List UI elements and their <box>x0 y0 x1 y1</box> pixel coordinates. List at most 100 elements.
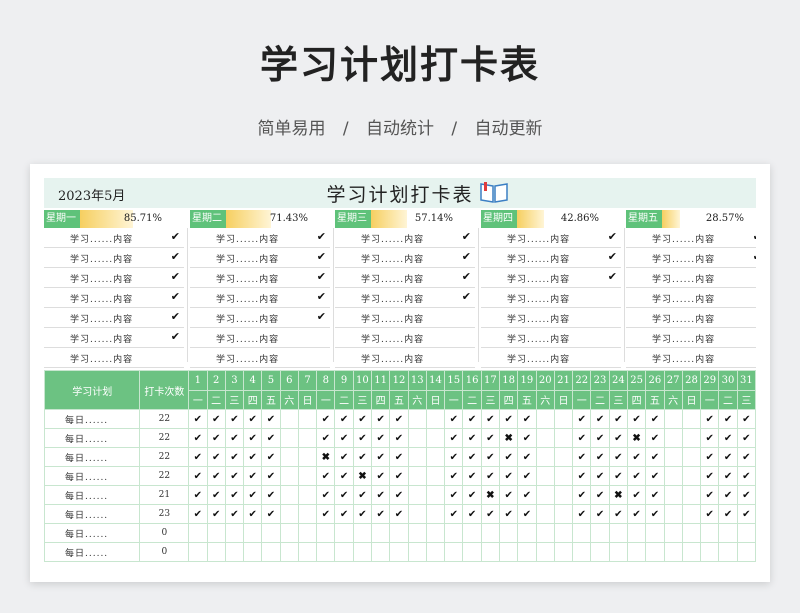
empty-day-cell[interactable] <box>517 542 537 562</box>
check-mark-icon[interactable]: ✔ <box>608 447 628 467</box>
empty-day-cell[interactable] <box>297 523 318 543</box>
check-mark-icon[interactable]: ✔ <box>317 230 326 243</box>
cross-mark-icon[interactable]: ✖ <box>480 485 501 505</box>
empty-day-cell[interactable] <box>425 466 446 486</box>
check-mark-icon[interactable]: ✔ <box>517 504 537 524</box>
check-mark-icon[interactable]: ✔ <box>334 485 354 505</box>
empty-day-cell[interactable] <box>224 523 245 543</box>
check-mark-icon[interactable]: ✔ <box>224 447 245 467</box>
check-mark-icon[interactable]: ✔ <box>224 466 245 486</box>
check-mark-icon[interactable]: ✔ <box>462 504 482 524</box>
check-mark-icon[interactable]: ✔ <box>462 466 482 486</box>
empty-day-cell[interactable] <box>498 523 519 543</box>
check-mark-icon[interactable]: ✔ <box>243 466 263 486</box>
check-mark-icon[interactable]: ✔ <box>718 428 738 448</box>
empty-day-cell[interactable] <box>462 523 482 543</box>
empty-day-cell[interactable] <box>297 447 318 467</box>
empty-day-cell[interactable] <box>553 409 574 429</box>
empty-day-cell[interactable] <box>188 523 208 543</box>
check-mark-icon[interactable]: ✔ <box>626 504 647 524</box>
cross-mark-icon[interactable]: ✖ <box>626 428 647 448</box>
empty-day-cell[interactable] <box>462 542 482 562</box>
check-mark-icon[interactable]: ✔ <box>626 466 647 486</box>
check-mark-icon[interactable]: ✔ <box>261 409 281 429</box>
task-row[interactable]: 学习......内容 ✔ <box>190 248 330 268</box>
check-mark-icon[interactable]: ✔ <box>572 504 592 524</box>
cross-mark-icon[interactable]: ✖ <box>608 485 628 505</box>
empty-day-cell[interactable] <box>608 542 628 562</box>
task-row[interactable]: 学习......内容 ✔ <box>190 308 330 328</box>
empty-day-cell[interactable] <box>681 523 702 543</box>
task-row[interactable]: 学习......内容 ✔ <box>190 268 330 288</box>
empty-day-cell[interactable] <box>718 542 738 562</box>
empty-day-cell[interactable] <box>206 542 226 562</box>
empty-day-cell[interactable] <box>389 542 409 562</box>
check-mark-icon[interactable]: ✔ <box>261 504 281 524</box>
empty-day-cell[interactable] <box>480 523 501 543</box>
check-mark-icon[interactable]: ✔ <box>188 466 208 486</box>
empty-day-cell[interactable] <box>553 504 574 524</box>
task-row[interactable]: 学习......内容 ✔ <box>335 288 475 308</box>
check-mark-icon[interactable]: ✔ <box>718 447 738 467</box>
check-mark-icon[interactable]: ✔ <box>444 447 464 467</box>
check-mark-icon[interactable]: ✔ <box>517 485 537 505</box>
check-mark-icon[interactable]: ✔ <box>718 485 738 505</box>
empty-day-cell[interactable] <box>316 523 336 543</box>
check-mark-icon[interactable]: ✔ <box>480 409 501 429</box>
empty-day-cell[interactable] <box>407 542 427 562</box>
check-mark-icon[interactable]: ✔ <box>316 466 336 486</box>
check-mark-icon[interactable]: ✔ <box>498 485 519 505</box>
empty-day-cell[interactable] <box>279 542 299 562</box>
check-mark-icon[interactable]: ✔ <box>700 504 720 524</box>
empty-day-cell[interactable] <box>535 485 555 505</box>
empty-day-cell[interactable] <box>371 542 391 562</box>
empty-day-cell[interactable] <box>663 409 683 429</box>
empty-day-cell[interactable] <box>663 523 683 543</box>
check-mark-icon[interactable]: ✔ <box>316 504 336 524</box>
check-mark-icon[interactable]: ✔ <box>188 504 208 524</box>
check-mark-icon[interactable]: ✔ <box>626 485 647 505</box>
check-mark-icon[interactable]: ✔ <box>462 485 482 505</box>
check-mark-icon[interactable]: ✔ <box>590 447 610 467</box>
empty-day-cell[interactable] <box>243 523 263 543</box>
check-mark-icon[interactable]: ✔ <box>352 504 373 524</box>
check-mark-icon[interactable]: ✔ <box>171 310 180 323</box>
empty-day-cell[interactable] <box>407 428 427 448</box>
check-mark-icon[interactable]: ✔ <box>224 428 245 448</box>
check-mark-icon[interactable]: ✔ <box>389 409 409 429</box>
check-mark-icon[interactable]: ✔ <box>371 447 391 467</box>
empty-day-cell[interactable] <box>663 485 683 505</box>
empty-day-cell[interactable] <box>480 542 501 562</box>
check-mark-icon[interactable]: ✔ <box>317 310 326 323</box>
empty-day-cell[interactable] <box>681 466 702 486</box>
task-row[interactable]: 学习......内容 ✔ <box>44 228 184 248</box>
check-mark-icon[interactable]: ✔ <box>334 504 354 524</box>
empty-day-cell[interactable] <box>279 466 299 486</box>
check-mark-icon[interactable]: ✔ <box>316 485 336 505</box>
check-mark-icon[interactable]: ✔ <box>243 447 263 467</box>
check-mark-icon[interactable]: ✔ <box>389 447 409 467</box>
task-row[interactable]: 学习......内容 ✔ <box>44 308 184 328</box>
task-row[interactable]: 学习......内容 ✔ <box>190 288 330 308</box>
empty-day-cell[interactable] <box>626 542 647 562</box>
check-mark-icon[interactable]: ✔ <box>317 290 326 303</box>
check-mark-icon[interactable]: ✔ <box>371 428 391 448</box>
check-mark-icon[interactable]: ✔ <box>572 485 592 505</box>
empty-day-cell[interactable] <box>645 542 665 562</box>
empty-day-cell[interactable] <box>425 447 446 467</box>
empty-day-cell[interactable] <box>407 504 427 524</box>
empty-day-cell[interactable] <box>535 447 555 467</box>
task-row[interactable]: 学习......内容 ✔ <box>335 248 475 268</box>
task-row[interactable]: 学习......内容 <box>481 348 621 368</box>
empty-day-cell[interactable] <box>681 504 702 524</box>
check-mark-icon[interactable]: ✔ <box>171 250 180 263</box>
empty-day-cell[interactable] <box>535 504 555 524</box>
check-mark-icon[interactable]: ✔ <box>224 409 245 429</box>
empty-day-cell[interactable] <box>681 428 702 448</box>
check-mark-icon[interactable]: ✔ <box>498 409 519 429</box>
task-row[interactable]: 学习......内容 <box>44 348 184 368</box>
empty-day-cell[interactable] <box>316 542 336 562</box>
check-mark-icon[interactable]: ✔ <box>317 270 326 283</box>
check-mark-icon[interactable]: ✔ <box>700 447 720 467</box>
check-mark-icon[interactable]: ✔ <box>590 504 610 524</box>
